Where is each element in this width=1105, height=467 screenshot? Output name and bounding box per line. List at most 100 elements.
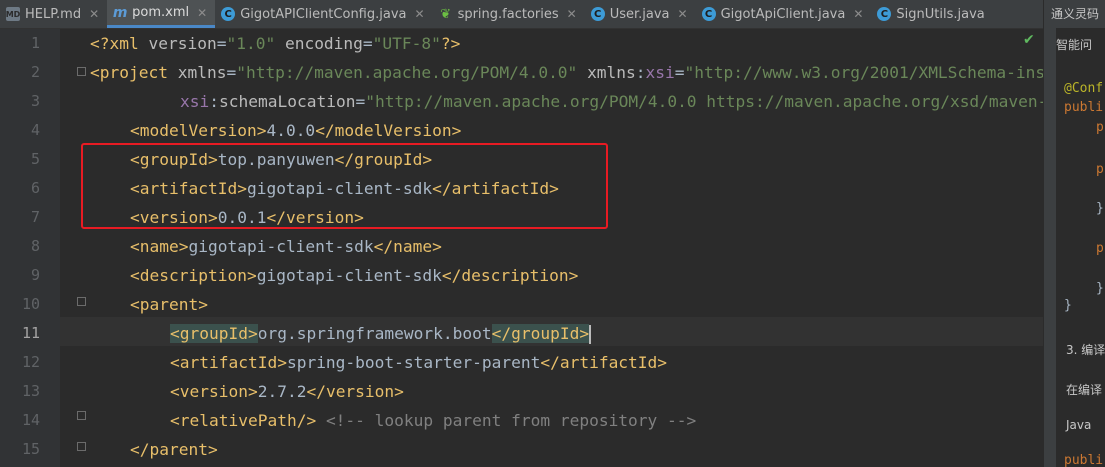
- line-number: 8: [30, 237, 40, 255]
- code-snippet-line: p: [1096, 162, 1104, 177]
- tag-close: </name>: [373, 237, 442, 256]
- tab-spring-factories[interactable]: ❦ spring.factories ✕: [433, 0, 585, 28]
- code-line-9: <description>gigotapi-client-sdk</descri…: [130, 261, 578, 290]
- close-icon[interactable]: ✕: [853, 7, 863, 21]
- xml-decl-open: <?xml: [90, 34, 149, 53]
- attr-value: "http://www.w3.org/2001/XMLSchema-instan…: [684, 63, 1043, 82]
- namespace: xsi: [180, 92, 210, 111]
- code-line-8: <name>gigotapi-client-sdk</name>: [130, 232, 442, 261]
- markdown-file-icon: MD: [6, 7, 20, 21]
- line-number: 2: [30, 63, 40, 81]
- equals: =: [362, 34, 373, 53]
- line-number: 3: [30, 92, 40, 110]
- tab-help-md[interactable]: MD HELP.md ✕: [0, 0, 107, 28]
- line-number: 14: [21, 411, 40, 429]
- close-icon[interactable]: ✕: [197, 6, 207, 20]
- colon: :: [209, 92, 219, 111]
- tag-close: </modelVersion>: [315, 121, 462, 140]
- code-line-10: <parent>: [130, 290, 208, 319]
- namespace: xsi: [645, 63, 675, 82]
- tab-label: SignUtils.java: [896, 6, 985, 22]
- tab-pom-xml[interactable]: m pom.xml ✕: [107, 0, 216, 28]
- tag-self-closing: <relativePath/>: [170, 411, 317, 430]
- spring-leaf-icon: ❦: [440, 6, 452, 22]
- current-line-number: 11: [21, 324, 40, 342]
- attr-value: "http://maven.apache.org/POM/4.0.0 https…: [365, 92, 1043, 111]
- equals: =: [226, 63, 237, 82]
- inspection-ok-check-icon[interactable]: ✔: [1023, 32, 1035, 48]
- tag-close: </version>: [306, 382, 404, 401]
- tab-gigotapiclient[interactable]: C GigotApiClient.java ✕: [696, 0, 872, 28]
- code-editor[interactable]: <?xml version="1.0" encoding="UTF-8"?> <…: [80, 29, 1043, 467]
- line-number: 10: [21, 295, 40, 313]
- code-snippet-line: }: [1064, 298, 1072, 313]
- code-snippet-line: p: [1096, 241, 1104, 256]
- close-icon[interactable]: ✕: [89, 7, 99, 21]
- equals: =: [355, 92, 366, 111]
- java-class-icon: C: [590, 7, 605, 21]
- close-icon[interactable]: ✕: [678, 7, 688, 21]
- code-snippet-line: p: [1096, 120, 1104, 135]
- tab-label: HELP.md: [25, 6, 82, 22]
- tab-user-java[interactable]: C User.java ✕: [585, 0, 696, 28]
- xml-comment: <!-- lookup parent from repository -->: [325, 411, 697, 430]
- code-line-11: <groupId>org.springframework.boot</group…: [170, 319, 592, 348]
- tag-close: </parent>: [130, 440, 218, 459]
- paragraph-text: 在编译: [1066, 383, 1103, 397]
- java-class-icon: C: [877, 7, 892, 21]
- attr-value: "http://maven.apache.org/POM/4.0.0": [236, 63, 578, 82]
- attr-name: xmlns: [587, 63, 636, 82]
- code-snippet-line: }: [1096, 201, 1104, 216]
- line-number-gutter: 1 2 3 4 5 6 7 8 9 10 11 12 13 14 15: [0, 29, 60, 467]
- close-icon[interactable]: ✕: [567, 7, 577, 21]
- tag-text: 4.0.0: [266, 121, 316, 140]
- tab-gigotapiclientconfig[interactable]: C GigotAPIClientConfig.java ✕: [215, 0, 432, 28]
- tag-open: <version>: [170, 382, 258, 401]
- tab-label: User.java: [609, 6, 670, 22]
- close-icon[interactable]: ✕: [415, 7, 425, 21]
- tag-text: org.springframework.boot: [257, 324, 492, 343]
- text-caret: [589, 325, 592, 344]
- code-line-4: <modelVersion>4.0.0</modelVersion>: [130, 116, 461, 145]
- line-number: 5: [30, 150, 40, 168]
- tag-text: gigotapi-client-sdk: [256, 266, 442, 285]
- tag-open: <artifactId>: [170, 353, 287, 372]
- code-line-15: </parent>: [130, 435, 218, 464]
- tab-label: pom.xml: [132, 5, 190, 20]
- code-snippet-line: }: [1096, 281, 1104, 296]
- attr-name: schemaLocation: [219, 92, 356, 111]
- tag-text: spring-boot-starter-parent: [286, 353, 541, 372]
- attr-name: xmlns: [177, 63, 227, 82]
- line-number: 12: [21, 353, 40, 371]
- attr-value: "UTF-8": [372, 34, 441, 53]
- tag-text: gigotapi-client-sdk: [188, 237, 374, 256]
- tongyi-lingma-panel: 通义灵码 智能问 @Conf publi p p } p } } 3. 编译 在…: [1043, 0, 1105, 467]
- tag-close: </description>: [441, 266, 579, 285]
- tag-open: <project: [90, 63, 178, 82]
- line-number: 7: [30, 208, 40, 226]
- attr-name: version: [148, 34, 217, 53]
- tag-open: <description>: [130, 266, 257, 285]
- tab-signutils-java[interactable]: C SignUtils.java: [871, 0, 992, 28]
- annotation-highlight-box: [81, 143, 608, 229]
- code-snippet-line: @Conf: [1064, 81, 1104, 96]
- code-snippet-line: publi: [1064, 100, 1104, 115]
- panel-title: 通义灵码: [1051, 7, 1100, 21]
- xml-decl-close: ?>: [440, 34, 461, 53]
- tag-open: <modelVersion>: [130, 121, 267, 140]
- code-line-3: xsi:schemaLocation="http://maven.apache.…: [180, 87, 1043, 116]
- editor-tab-bar: MD HELP.md ✕ m pom.xml ✕ C GigotAPIClientConf…: [0, 0, 1043, 29]
- code-language-label: Java: [1066, 418, 1092, 432]
- code-line-2: <project xmlns="http://maven.apache.org/…: [90, 58, 1043, 87]
- line-number: 6: [30, 179, 40, 197]
- line-number: 4: [30, 121, 40, 139]
- code-line-13: <version>2.7.2</version>: [170, 377, 404, 406]
- tag-close: </artifactId>: [540, 353, 668, 372]
- tag-open: <parent>: [130, 295, 208, 314]
- attr-value: "1.0": [226, 34, 276, 53]
- code-line-12: <artifactId>spring-boot-starter-parent</…: [170, 348, 667, 377]
- equals: =: [216, 34, 227, 53]
